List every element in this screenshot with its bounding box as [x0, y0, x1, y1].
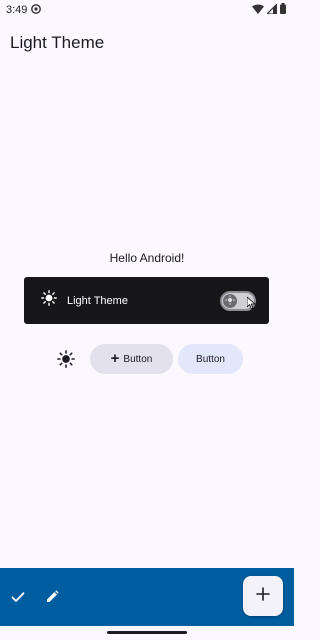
- toggle-thumb: [223, 292, 237, 310]
- add-fab[interactable]: [243, 576, 283, 616]
- status-right: [252, 2, 286, 17]
- mouse-cursor-icon: [246, 296, 257, 315]
- elevated-button[interactable]: Button: [178, 344, 243, 374]
- navigation-bar: [0, 626, 294, 640]
- signal-icon: [265, 2, 278, 17]
- plus-icon: +: [110, 349, 120, 367]
- add-button-label: Button: [123, 353, 153, 365]
- greeting-text: Hello Android!: [109, 251, 185, 265]
- sun-icon: [57, 350, 75, 373]
- edit-icon[interactable]: [45, 590, 59, 609]
- add-icon: [256, 586, 270, 606]
- wifi-icon: [252, 4, 264, 17]
- page-title: Light Theme: [10, 33, 105, 52]
- gesture-handle[interactable]: [107, 631, 187, 634]
- top-app-bar: Light Theme: [0, 28, 294, 58]
- status-time: 3:49: [6, 4, 28, 16]
- battery-icon: [280, 3, 286, 17]
- check-icon[interactable]: [11, 590, 25, 609]
- status-bar: 3:49: [0, 0, 294, 20]
- sun-icon: [41, 290, 57, 311]
- button-row: + Button Button: [0, 344, 294, 374]
- sun-icon: [225, 292, 235, 310]
- bottom-app-bar: [0, 568, 294, 626]
- theme-card: Light Theme: [24, 277, 269, 324]
- add-button[interactable]: + Button: [90, 344, 173, 374]
- theme-card-label: Light Theme: [67, 294, 128, 307]
- notification-icon: [31, 3, 42, 17]
- status-left: 3:49: [6, 3, 42, 17]
